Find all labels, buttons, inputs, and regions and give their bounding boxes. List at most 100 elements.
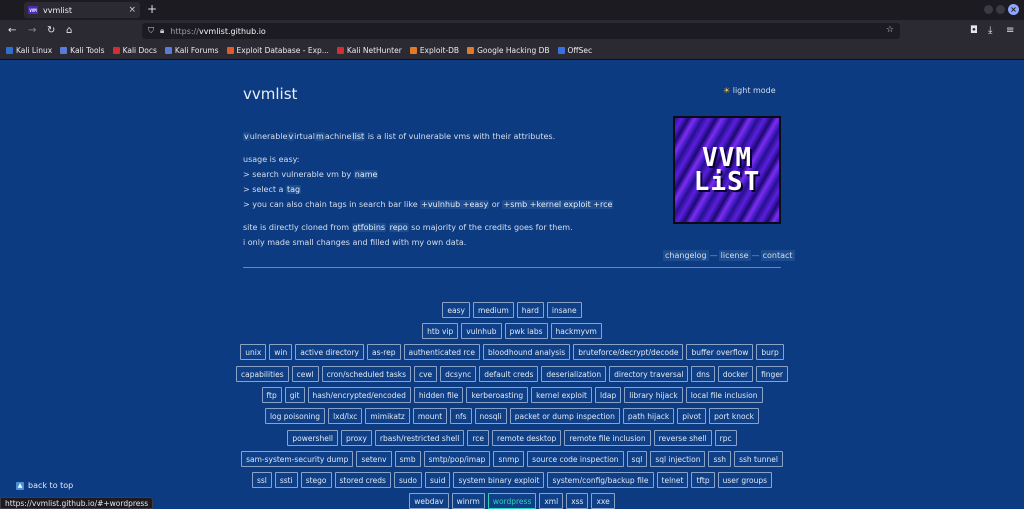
tag-button[interactable]: sql injection [650,451,706,467]
bookmark-item[interactable]: Google Hacking DB [467,46,550,55]
tag-button[interactable]: ldap [595,387,622,403]
tag-button[interactable]: capabilities [236,366,289,382]
bookmark-item[interactable]: OffSec [557,46,592,55]
tag-button[interactable]: win [269,344,293,360]
tag-button[interactable]: docker [717,366,754,382]
maximize-window-icon[interactable] [996,5,1005,14]
tag-button[interactable]: remote file inclusion [564,430,651,446]
tag-button[interactable]: burp [756,344,784,360]
tag-button[interactable]: system binary exploit [453,472,545,488]
back-arrow-icon[interactable]: ← [8,24,16,38]
new-tab-icon[interactable]: + [147,2,157,16]
reload-icon[interactable]: ↻ [47,24,55,38]
tag-button[interactable]: ssh [708,451,732,467]
tag-button[interactable]: smtp/pop/imap [423,451,491,467]
tag-button[interactable]: medium [472,302,514,318]
changelog-link[interactable]: changelog [663,250,709,261]
tag-button[interactable]: vulnhub [461,323,502,339]
tag-button[interactable]: pwk labs [504,323,548,339]
tag-button[interactable]: unix [240,344,267,360]
tag-button[interactable]: git [284,387,305,403]
tag-button[interactable]: snmp [493,451,525,467]
tag-button[interactable]: xml [539,493,564,509]
tag-button[interactable]: default creds [479,366,539,382]
tag-button[interactable]: ftp [261,387,282,403]
tag-button[interactable]: xss [566,493,589,509]
tag-button[interactable]: cewl [291,366,319,382]
tag-button[interactable]: nfs [450,408,472,424]
tag-button[interactable]: stored creds [334,472,391,488]
close-window-icon[interactable]: × [1008,4,1019,15]
tag-button[interactable]: hackmyvm [550,323,602,339]
close-tab-icon[interactable]: × [128,5,136,15]
tag-button[interactable]: stego [300,472,332,488]
bookmark-item[interactable]: Kali Linux [6,46,52,55]
tag-button[interactable]: remote desktop [492,430,562,446]
menu-icon[interactable]: ≡ [1006,24,1014,38]
tag-button[interactable]: kerberoasting [466,387,529,403]
tag-button[interactable]: pivot [677,408,707,424]
bookmark-item[interactable]: Exploit Database - Exp... [226,46,329,55]
forward-arrow-icon[interactable]: → [28,24,36,38]
tag-button[interactable]: bruteforce/decrypt/decode [573,344,684,360]
tag-button[interactable]: reverse shell [653,430,712,446]
home-icon[interactable]: ⌂ [66,24,72,38]
tag-button[interactable]: dcsync [440,366,477,382]
bookmark-star-icon[interactable]: ☆ [886,25,894,35]
tag-button[interactable]: mount [412,408,448,424]
url-bar[interactable]: ⛉ 🔒︎ https://vvmlist.github.io ☆ [142,23,900,39]
browser-tab[interactable]: VVM vvmlist × [24,2,140,18]
tag-button[interactable]: rpc [714,430,737,446]
tag-button[interactable]: bloodhound analysis [483,344,571,360]
tag-button[interactable]: system/config/backup file [547,472,654,488]
tag-button[interactable]: wordpress [487,493,537,509]
tag-button[interactable]: htb vip [422,323,459,339]
light-mode-toggle[interactable]: ☀ light mode [723,86,776,95]
tag-button[interactable]: hash/encrypted/encoded [307,387,411,403]
tag-button[interactable]: suid [424,472,451,488]
bookmark-item[interactable]: Kali NetHunter [336,46,402,55]
tag-button[interactable]: authenticated rce [403,344,481,360]
tag-button[interactable]: kernel exploit [531,387,592,403]
tag-button[interactable]: easy [442,302,470,318]
tag-button[interactable]: deserialization [541,366,607,382]
downloads-icon[interactable]: ⤓ [988,24,992,38]
tag-button[interactable]: sam-system-security dump [241,451,354,467]
tag-button[interactable]: as-rep [367,344,401,360]
tag-button[interactable]: packet or dump inspection [509,408,620,424]
tag-button[interactable]: finger [756,366,789,382]
tag-button[interactable]: buffer overflow [686,344,754,360]
tag-button[interactable]: sudo [393,472,422,488]
site-title[interactable]: vvmlist [243,85,297,103]
tag-button[interactable]: ssti [274,472,298,488]
tag-button[interactable]: log poisoning [264,408,326,424]
tag-button[interactable]: insane [546,302,582,318]
tag-button[interactable]: local file inclusion [685,387,763,403]
tag-button[interactable]: proxy [340,430,372,446]
pocket-icon[interactable]: ◘ [970,24,978,38]
bookmark-item[interactable]: Kali Docs [112,46,157,55]
tag-button[interactable]: user groups [717,472,773,488]
gtfobins-link[interactable]: gtfobins [351,223,387,232]
tag-button[interactable]: path hijack [622,408,675,424]
tag-button[interactable]: library hijack [624,387,683,403]
contact-link[interactable]: contact [760,250,795,261]
lock-icon[interactable]: 🔒︎ [160,26,164,36]
tag-button[interactable]: hard [516,302,544,318]
tag-button[interactable]: powershell [287,430,338,446]
tag-button[interactable]: lxd/lxc [328,408,363,424]
bookmark-item[interactable]: Kali Forums [164,46,219,55]
bookmark-item[interactable]: Exploit-DB [409,46,459,55]
tag-button[interactable]: nosqli [474,408,507,424]
tag-button[interactable]: telnet [656,472,689,488]
tag-button[interactable]: setenv [356,451,392,467]
back-to-top-link[interactable]: ▲ back to top [16,481,73,490]
tag-button[interactable]: xxe [591,493,615,509]
tag-button[interactable]: webdav [409,493,449,509]
tag-button[interactable]: cve [413,366,438,382]
repo-link[interactable]: repo [388,223,409,232]
tag-button[interactable]: mimikatz [365,408,410,424]
tag-button[interactable]: ssl [251,472,272,488]
bookmark-item[interactable]: Kali Tools [60,46,105,55]
tag-button[interactable]: active directory [295,344,364,360]
